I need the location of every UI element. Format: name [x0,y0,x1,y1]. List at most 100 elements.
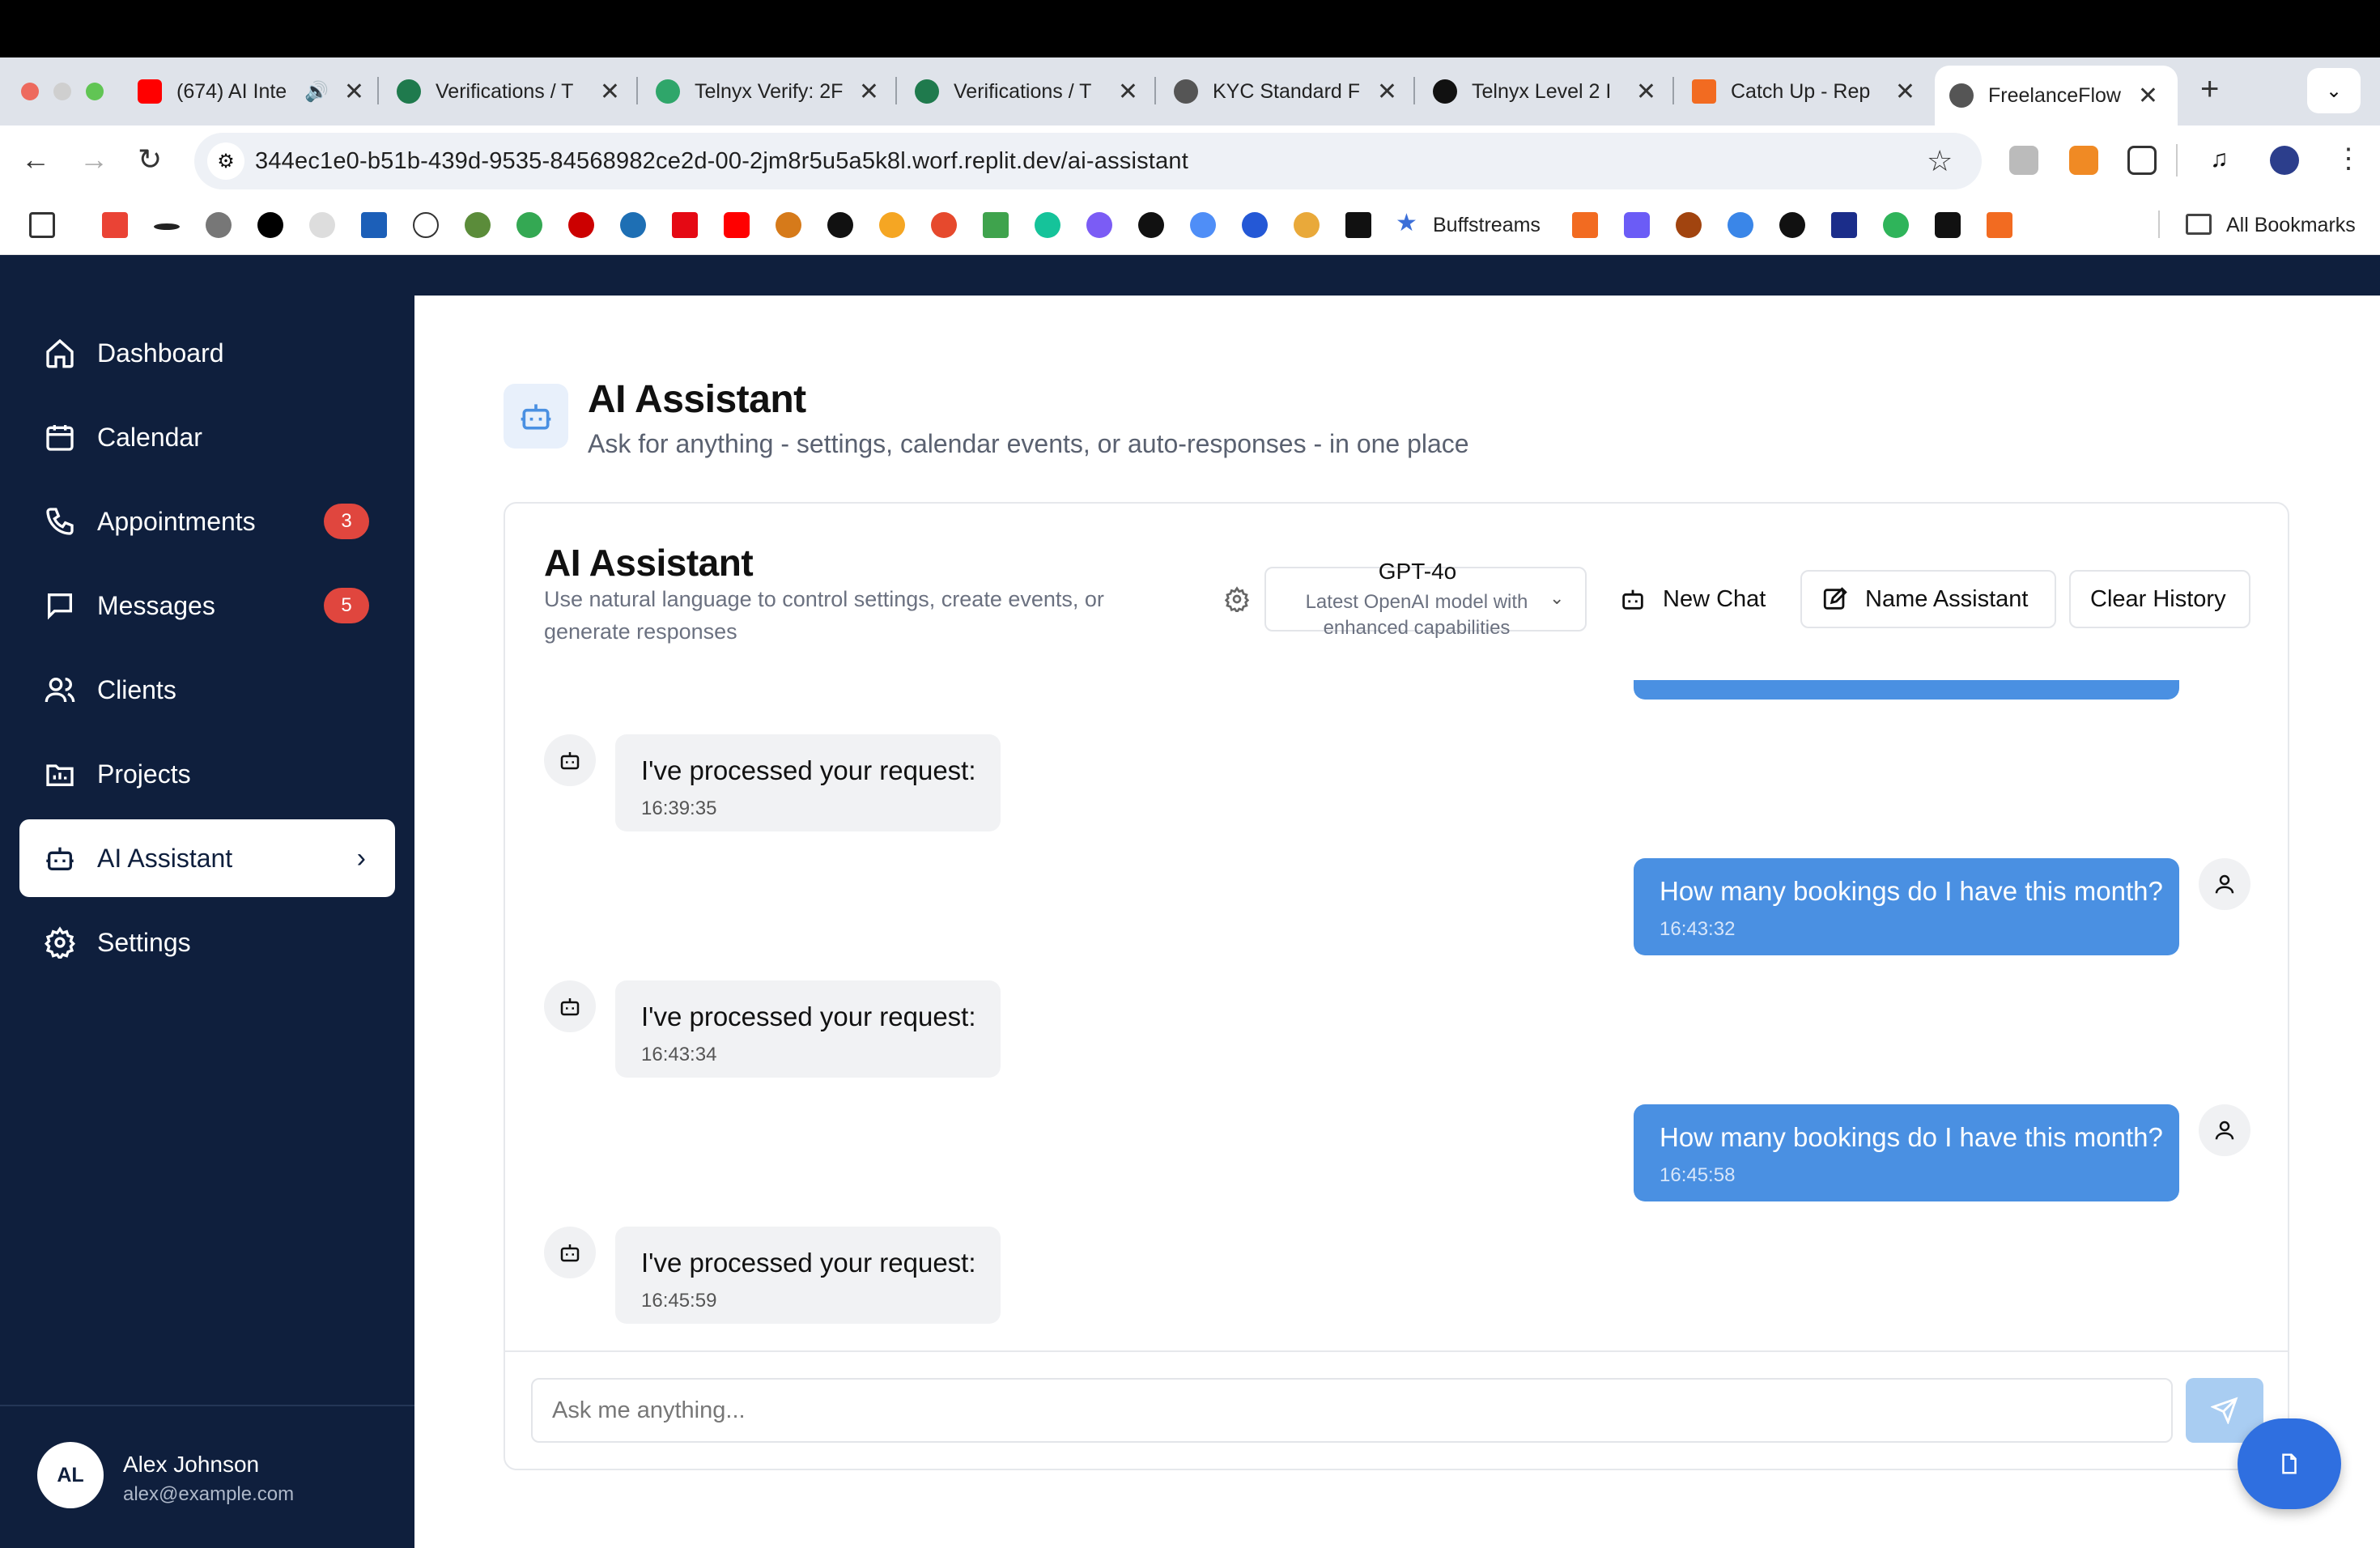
bookmark-icon[interactable] [1242,212,1268,238]
model-description: Latest OpenAI model with enhanced capabi… [1305,591,1528,639]
clear-history-button[interactable]: Clear History [2069,570,2250,628]
sidebar-item-clients[interactable]: Clients [19,651,395,729]
close-tab-icon[interactable]: ✕ [1118,78,1138,106]
users-icon [45,678,75,703]
bot-message-bubble: I've processed your request: 16:45:59 [615,1227,1001,1324]
bookmark-icon[interactable] [931,212,957,238]
extension-icon[interactable] [2009,146,2038,175]
browser-tab[interactable]: Verifications / T ✕ [915,68,1138,115]
all-bookmarks-button[interactable]: All Bookmarks [2226,214,2356,237]
close-tab-icon[interactable]: ✕ [1636,78,1656,106]
bookmark-icon[interactable] [309,212,335,238]
bookmark-icon[interactable] [827,212,853,238]
bookmark-icon[interactable] [1624,212,1650,238]
back-icon[interactable]: ← [21,142,50,176]
bookmark-icon[interactable] [1883,212,1909,238]
sidebar-item-calendar[interactable]: Calendar [19,398,395,476]
bookmark-buffstreams[interactable]: Buffstreams [1433,214,1541,237]
bookmark-icon[interactable] [879,212,905,238]
close-tab-icon[interactable]: ✕ [1895,78,1915,106]
bot-message-bubble: I've processed your request: 16:43:34 [615,980,1001,1078]
bookmark-icon[interactable] [1138,212,1164,238]
avatar[interactable]: AL [37,1442,104,1508]
document-icon [2282,1453,2297,1474]
browser-tab[interactable]: KYC Standard F ✕ [1174,68,1397,115]
close-tab-icon[interactable]: ✕ [344,78,364,106]
tab-search-icon[interactable]: ⌄ [2307,68,2361,113]
bookmark-icon[interactable] [983,212,1009,238]
bookmark-icon[interactable] [1728,212,1753,238]
chat-input[interactable] [531,1378,2173,1443]
bookmark-icon[interactable] [413,212,439,238]
browser-tab[interactable]: (674) AI Inte 🔊 ✕ [138,68,364,115]
reload-icon[interactable]: ↻ [138,142,162,176]
bookmark-icon[interactable] [620,212,646,238]
url-text[interactable]: 344ec1e0-b51b-439d-9535-84568982ce2d-00-… [255,148,1188,175]
maximize-window-icon[interactable] [86,83,104,100]
site-info-icon[interactable]: ⚙ [207,142,244,180]
close-tab-icon[interactable]: ✕ [2138,82,2158,110]
bookmark-icon[interactable] [1779,212,1805,238]
extensions-puzzle-icon[interactable] [2127,146,2157,175]
speaker-icon[interactable]: 🔊 [304,80,329,104]
bookmark-icon[interactable] [361,212,387,238]
bookmark-icon[interactable] [1572,212,1598,238]
card-subtitle: Use natural language to control settings… [544,587,1104,644]
browser-tab[interactable]: Telnyx Level 2 I ✕ [1433,68,1656,115]
close-tab-icon[interactable]: ✕ [859,78,879,106]
youtube-bookmark-icon[interactable] [724,212,750,238]
telnyx-icon [915,79,939,104]
bookmark-icon[interactable] [154,223,180,230]
message-list[interactable]: I've processed your request: 16:39:35 Ho… [505,680,2288,1350]
profile-avatar-icon[interactable] [2270,146,2299,175]
metamask-icon[interactable] [2069,146,2098,175]
messenger-bookmark-icon[interactable] [1086,212,1112,238]
bookmark-icon[interactable] [1987,212,2012,238]
sidebar-item-projects[interactable]: Projects [19,735,395,813]
bookmark-icon[interactable] [1294,212,1320,238]
sidebar-item-messages[interactable]: Messages 5 [19,567,395,644]
appointments-badge: 3 [324,504,369,539]
close-tab-icon[interactable]: ✕ [600,78,620,106]
close-window-icon[interactable] [21,83,39,100]
media-controls-icon[interactable]: ♫ [2210,146,2239,175]
close-tab-icon[interactable]: ✕ [1377,78,1397,106]
bookmark-icon[interactable] [1831,212,1857,238]
gemini-bookmark-icon[interactable] [1190,212,1216,238]
bookmark-icon[interactable] [465,212,491,238]
maps-bookmark-icon[interactable] [516,212,542,238]
floating-action-button[interactable] [2238,1418,2341,1509]
sidebar-item-ai-assistant[interactable]: AI Assistant › [19,819,395,897]
apps-grid-icon[interactable] [29,212,55,238]
gmail-bookmark-icon[interactable] [102,212,128,238]
browser-tab[interactable]: Catch Up - Rep ✕ [1692,68,1915,115]
netflix-bookmark-icon[interactable] [672,212,698,238]
card-title: AI Assistant [544,542,754,584]
name-assistant-button[interactable]: Name Assistant [1800,570,2056,628]
more-menu-icon[interactable]: ⋮ [2335,142,2362,175]
grammarly-bookmark-icon[interactable] [1035,212,1060,238]
sidebar-item-dashboard[interactable]: Dashboard [19,314,395,392]
browser-tab-active[interactable]: FreelanceFlow ✕ [1935,66,2178,125]
sidebar-item-appointments[interactable]: Appointments 3 [19,483,395,560]
new-tab-button[interactable]: + [2200,71,2219,108]
notion-bookmark-icon[interactable] [257,212,283,238]
messages-badge: 5 [324,588,369,623]
page-subtitle: Ask for anything - settings, calendar ev… [588,429,1469,458]
sidebar-item-settings[interactable]: Settings [19,904,395,981]
star-bookmark-icon[interactable]: ☆ [1927,144,1953,178]
browser-tab[interactable]: Telnyx Verify: 2F ✕ [656,68,879,115]
bookmark-icon[interactable] [776,212,801,238]
browser-tab[interactable]: Verifications / T ✕ [397,68,620,115]
minimize-window-icon[interactable] [53,83,71,100]
bookmark-icon[interactable] [568,212,594,238]
bookmark-icon[interactable] [1676,212,1702,238]
bookmark-icon[interactable] [206,212,232,238]
bookmark-icon[interactable] [1935,212,1961,238]
bot-icon [560,1244,580,1262]
settings-gear-icon[interactable] [1224,586,1250,612]
bookmark-icon[interactable] [1345,212,1371,238]
forward-icon[interactable]: → [79,142,108,176]
new-chat-button[interactable]: New Chat [1604,570,1791,628]
replit-icon [1692,79,1716,104]
